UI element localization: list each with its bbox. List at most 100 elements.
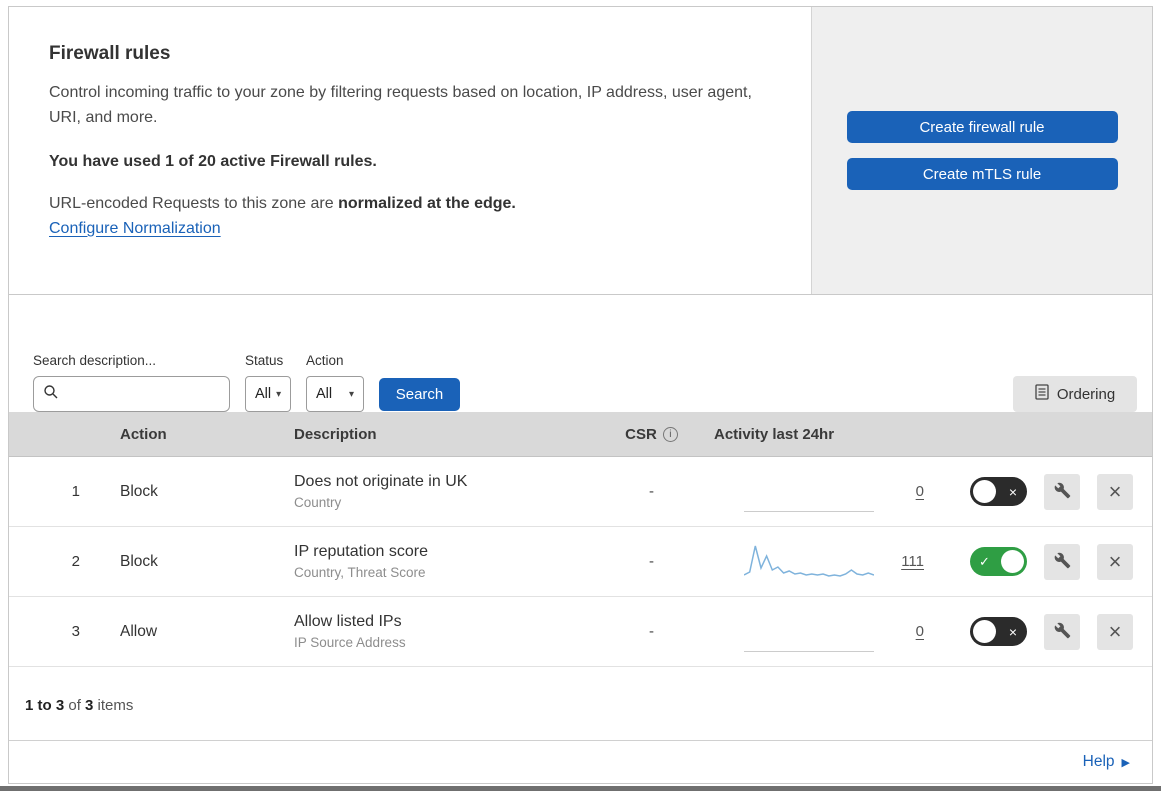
edit-rule-button[interactable]: [1044, 613, 1080, 650]
pagination-summary: 1 to 3 of 3 items: [9, 667, 1152, 741]
rule-action: Block: [120, 552, 158, 570]
action-label: Action: [306, 353, 344, 368]
search-label: Search description...: [33, 353, 157, 368]
activity-zero-line: [744, 650, 874, 652]
toggle-check-icon: ✓: [979, 553, 990, 569]
rule-description: IP reputation score Country, Threat Scor…: [279, 543, 594, 580]
status-select-value: All: [255, 386, 272, 402]
edit-rule-button[interactable]: [1044, 543, 1080, 580]
delete-rule-button[interactable]: ×: [1097, 613, 1133, 650]
toggle-cross-icon: ×: [1008, 623, 1017, 640]
help-link[interactable]: Help ▶: [1083, 753, 1130, 771]
firewall-rules-page: Firewall rules Control incoming traffic …: [8, 6, 1153, 784]
item-range: 1 to 3: [25, 697, 65, 714]
of-text: of: [64, 697, 86, 714]
search-input[interactable]: [65, 386, 220, 402]
status-filter-group: Status All ▾: [245, 353, 291, 412]
activity-chart-area: [744, 612, 874, 652]
rule-activity: 0: [709, 597, 949, 666]
normalization-text: URL-encoded Requests to this zone are: [49, 194, 339, 212]
help-bar: Help ▶: [9, 741, 1152, 783]
ordering-button-label: Ordering: [1056, 385, 1116, 403]
chevron-down-icon: ▾: [348, 388, 354, 400]
action-select-value: All: [316, 386, 333, 402]
delete-rule-button[interactable]: ×: [1097, 473, 1133, 510]
normalization-note: URL-encoded Requests to this zone are no…: [49, 195, 771, 213]
chevron-down-icon: ▾: [276, 388, 282, 400]
rule-controls: ✓ × ×: [949, 543, 1152, 580]
search-field[interactable]: [33, 376, 230, 412]
csr-column-header: CSR i: [594, 426, 709, 443]
wrench-icon: [1054, 482, 1071, 502]
arrow-right-icon: ▶: [1121, 756, 1130, 769]
rule-description: Allow listed IPs IP Source Address: [279, 613, 594, 650]
action-column-header: Action: [120, 425, 167, 443]
close-icon: ×: [1108, 618, 1122, 644]
usage-note: You have used 1 of 20 active Firewall ru…: [49, 152, 377, 170]
wrench-icon: [1054, 552, 1071, 572]
activity-zero-line: [744, 510, 874, 512]
rule-activity: 111: [709, 527, 949, 596]
info-icon[interactable]: i: [662, 426, 678, 442]
intro-text-area: Firewall rules Control incoming traffic …: [9, 7, 811, 294]
normalization-bold: normalized at the edge.: [338, 194, 516, 212]
delete-rule-button[interactable]: ×: [1097, 543, 1133, 580]
edit-rule-button[interactable]: [1044, 473, 1080, 510]
action-filter-group: Action All ▾: [306, 353, 364, 412]
rule-csr: -: [649, 623, 654, 640]
close-icon: ×: [1108, 478, 1122, 504]
activity-sparkline: [744, 545, 874, 577]
rule-controls: ✓ × ×: [949, 613, 1152, 650]
status-select[interactable]: All ▾: [245, 376, 291, 412]
help-link-label: Help: [1082, 753, 1115, 770]
actions-panel: Create firewall rule Create mTLS rule: [811, 7, 1152, 294]
table-row: 2 Block IP reputation score Country, Thr…: [9, 527, 1152, 597]
toggle-knob: [1001, 550, 1024, 573]
rule-activity: 0: [709, 457, 949, 526]
rule-action: Allow: [120, 622, 158, 640]
search-button[interactable]: Search: [379, 378, 460, 411]
rule-controls: ✓ × ×: [949, 473, 1152, 510]
rule-title: Does not originate in UK: [294, 473, 468, 490]
activity-count-link[interactable]: 0: [916, 623, 924, 640]
create-mtls-rule-button[interactable]: Create mTLS rule: [846, 158, 1118, 190]
rule-enabled-toggle[interactable]: ✓ ×: [970, 617, 1027, 646]
rule-priority: 2: [71, 553, 80, 570]
rule-fields: Country: [294, 495, 342, 510]
action-select[interactable]: All ▾: [306, 376, 364, 412]
page-title: Firewall rules: [49, 43, 171, 64]
search-icon: [43, 384, 59, 405]
rule-action: Block: [120, 482, 158, 500]
table-header-row: Action Description CSR i Activity last 2…: [9, 412, 1152, 457]
toggle-knob: [973, 620, 996, 643]
rule-title: IP reputation score: [294, 543, 429, 560]
list-document-icon: [1035, 384, 1049, 404]
table-row: 1 Block Does not originate in UK Country…: [9, 457, 1152, 527]
configure-normalization-link[interactable]: Configure Normalization: [49, 220, 221, 238]
activity-count-link[interactable]: 111: [901, 553, 924, 570]
rule-priority: 3: [71, 623, 80, 640]
table-row: 3 Allow Allow listed IPs IP Source Addre…: [9, 597, 1152, 667]
rule-title: Allow listed IPs: [294, 613, 402, 630]
activity-count-link[interactable]: 0: [916, 483, 924, 500]
filter-bar: Search description... Status All ▾ Actio…: [9, 294, 1152, 412]
csr-header-label: CSR: [625, 425, 657, 443]
rule-csr: -: [649, 553, 654, 570]
page-description: Control incoming traffic to your zone by…: [49, 84, 752, 126]
window-bottom-edge: [0, 786, 1161, 791]
activity-chart-area: [744, 542, 874, 582]
description-column-header: Description: [294, 425, 377, 443]
rule-fields: IP Source Address: [294, 635, 406, 650]
rule-enabled-toggle[interactable]: ✓ ×: [970, 547, 1027, 576]
rule-fields: Country, Threat Score: [294, 565, 426, 580]
rule-csr: -: [649, 483, 654, 500]
rule-priority: 1: [71, 483, 80, 500]
close-icon: ×: [1108, 548, 1122, 574]
toggle-knob: [973, 480, 996, 503]
wrench-icon: [1054, 622, 1071, 642]
activity-column-header: Activity last 24hr: [714, 425, 835, 443]
rule-enabled-toggle[interactable]: ✓ ×: [970, 477, 1027, 506]
ordering-button[interactable]: Ordering: [1013, 376, 1137, 412]
activity-chart-area: [744, 472, 874, 512]
create-firewall-rule-button[interactable]: Create firewall rule: [846, 111, 1118, 143]
